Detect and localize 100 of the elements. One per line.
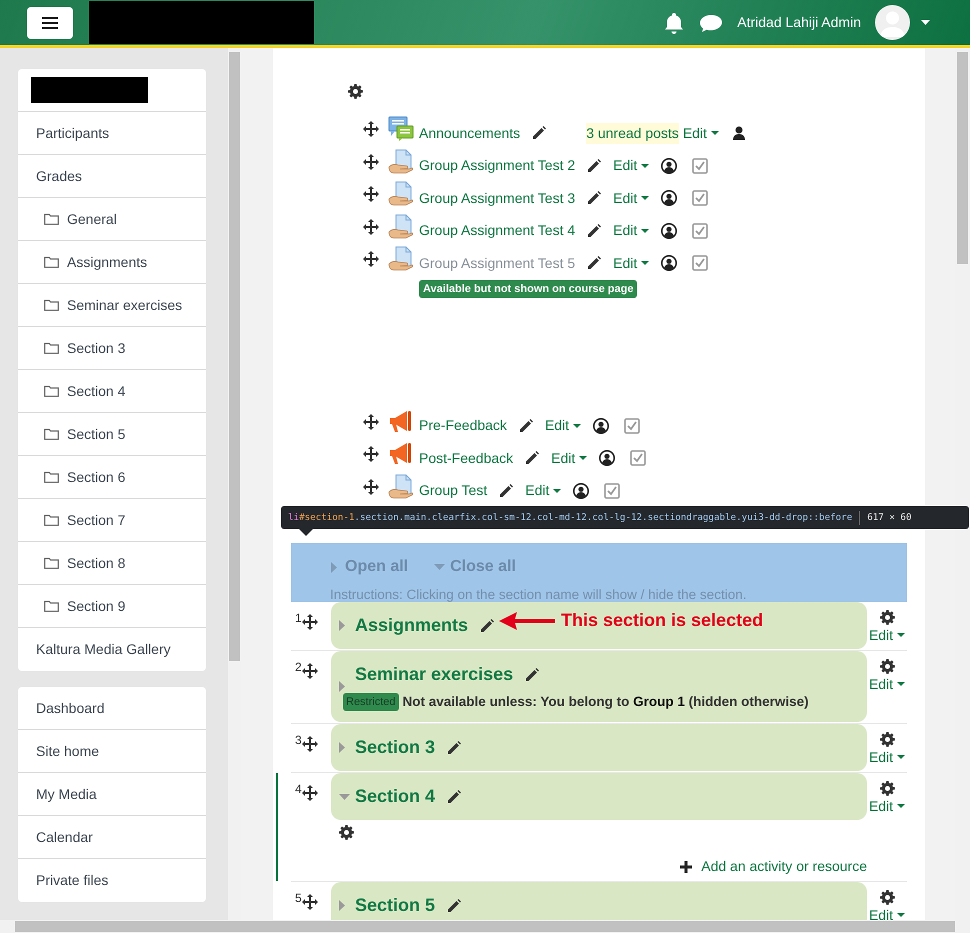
edit-menu-button[interactable]: Edit (551, 448, 588, 469)
settings-icon[interactable] (880, 610, 894, 625)
activity-link[interactable]: Group Assignment Test 2 (419, 155, 576, 176)
user-name[interactable]: Atridad Lahiji Admin (737, 12, 861, 33)
activity-link[interactable]: Group Assignment Test 3 (419, 188, 576, 209)
scrollbar[interactable] (228, 48, 241, 920)
group-mode-icon[interactable] (573, 482, 590, 499)
caret-icon[interactable] (921, 20, 930, 25)
section-title[interactable]: Section 3 (355, 734, 436, 762)
nav-item[interactable]: Section 3 (18, 327, 206, 370)
move-icon[interactable] (363, 251, 379, 267)
move-icon[interactable] (363, 186, 379, 202)
group-mode-icon[interactable] (661, 222, 678, 239)
nav-item[interactable]: Participants (18, 112, 206, 155)
edit-menu-button[interactable]: Edit (613, 155, 650, 176)
move-icon[interactable] (302, 894, 318, 910)
pencil-icon[interactable] (447, 790, 462, 804)
completion-checkbox-icon[interactable] (624, 418, 640, 434)
activity-link[interactable]: Post-Feedback (419, 448, 514, 469)
group-mode-icon[interactable] (599, 450, 616, 466)
pencil-icon[interactable] (447, 898, 462, 913)
move-icon[interactable] (302, 663, 318, 679)
nav-item[interactable]: Section 6 (18, 456, 206, 499)
move-icon[interactable] (363, 478, 379, 494)
completion-checkbox-icon[interactable] (692, 158, 708, 174)
nav-item[interactable]: Section 9 (18, 585, 206, 628)
completion-checkbox-icon[interactable] (630, 450, 646, 466)
nav-item[interactable]: Assignments (18, 241, 206, 284)
nav-item[interactable]: My Media (18, 773, 206, 816)
edit-menu-button[interactable]: Edit (868, 908, 906, 922)
pencil-icon[interactable] (518, 418, 533, 433)
move-icon[interactable] (302, 736, 318, 752)
pencil-icon[interactable] (587, 191, 602, 206)
nav-item[interactable]: Section 4 (18, 370, 206, 413)
move-icon[interactable] (363, 446, 379, 462)
nav-item[interactable]: Section 5 (18, 413, 206, 456)
pencil-icon[interactable] (447, 740, 462, 755)
activity-link[interactable]: Group Assignment Test 5 (419, 252, 576, 274)
nav-item[interactable]: Private files (18, 859, 206, 902)
section-title[interactable]: Section 4 (355, 783, 436, 810)
settings-icon[interactable] (339, 825, 354, 840)
edit-menu-button[interactable]: Edit (682, 122, 719, 144)
unread-posts-link[interactable]: 3 unread posts (586, 122, 679, 144)
settings-icon[interactable] (880, 781, 894, 796)
settings-icon[interactable] (880, 732, 894, 748)
completion-checkbox-icon[interactable] (692, 190, 708, 206)
move-icon[interactable] (363, 218, 379, 234)
nav-item[interactable]: Dashboard (18, 687, 206, 730)
horizontal-scrollbar[interactable] (0, 920, 970, 933)
bell-icon[interactable] (664, 12, 684, 34)
pencil-icon[interactable] (587, 224, 602, 238)
nav-item[interactable]: Site home (18, 730, 206, 773)
nav-item[interactable]: Section 8 (18, 542, 206, 585)
group-mode-icon[interactable] (661, 158, 678, 174)
completion-checkbox-icon[interactable] (692, 255, 708, 272)
section-title[interactable]: Seminar exercises (355, 661, 514, 688)
add-activity-link[interactable]: Add an activity or resource (680, 856, 867, 878)
activity-link[interactable]: Pre-Feedback (419, 415, 507, 436)
pencil-icon[interactable] (587, 256, 602, 270)
completion-checkbox-icon[interactable] (692, 222, 708, 239)
move-icon[interactable] (302, 785, 318, 802)
pencil-icon[interactable] (532, 126, 546, 140)
edit-menu-button[interactable]: Edit (613, 220, 650, 242)
move-icon[interactable] (363, 121, 379, 137)
edit-menu-button[interactable]: Edit (525, 480, 562, 502)
nav-item[interactable]: Calendar (18, 816, 206, 859)
activity-link[interactable]: Announcements (419, 122, 520, 144)
activity-link[interactable]: Group Assignment Test 4 (419, 220, 576, 242)
completion-checkbox-icon[interactable] (604, 482, 620, 499)
move-icon[interactable] (363, 154, 379, 170)
pencil-icon[interactable] (587, 158, 602, 173)
menu-button[interactable] (27, 6, 73, 38)
chat-icon[interactable] (699, 12, 724, 32)
section-title[interactable]: Section 5 (355, 892, 436, 920)
pencil-icon[interactable] (499, 484, 514, 498)
edit-menu-button[interactable]: Edit (868, 677, 906, 691)
person-icon[interactable] (732, 126, 745, 140)
move-icon[interactable] (302, 614, 318, 630)
nav-item[interactable]: Seminar exercises (18, 284, 206, 327)
section-title[interactable]: Assignments (355, 612, 468, 639)
nav-item[interactable]: Kaltura Media Gallery (18, 628, 206, 671)
edit-menu-button[interactable]: Edit (544, 415, 582, 436)
avatar[interactable] (875, 5, 910, 40)
settings-icon[interactable] (880, 659, 894, 674)
edit-menu-button[interactable]: Edit (613, 252, 650, 274)
edit-menu-button[interactable]: Edit (613, 188, 650, 209)
settings-icon[interactable] (348, 84, 363, 98)
group-mode-icon[interactable] (593, 418, 610, 434)
nav-item[interactable]: Section 7 (18, 499, 206, 542)
group-mode-icon[interactable] (661, 255, 678, 272)
edit-menu-button[interactable]: Edit (868, 750, 906, 764)
edit-menu-button[interactable]: Edit (868, 799, 906, 814)
edit-menu-button[interactable]: Edit (868, 628, 906, 642)
nav-item[interactable]: General (18, 198, 206, 241)
pencil-icon[interactable] (525, 668, 540, 682)
nav-item[interactable]: Grades (18, 155, 206, 198)
move-icon[interactable] (363, 414, 379, 430)
activity-link[interactable]: Group Test (419, 480, 488, 502)
settings-icon[interactable] (880, 890, 894, 906)
pencil-icon[interactable] (480, 618, 494, 632)
